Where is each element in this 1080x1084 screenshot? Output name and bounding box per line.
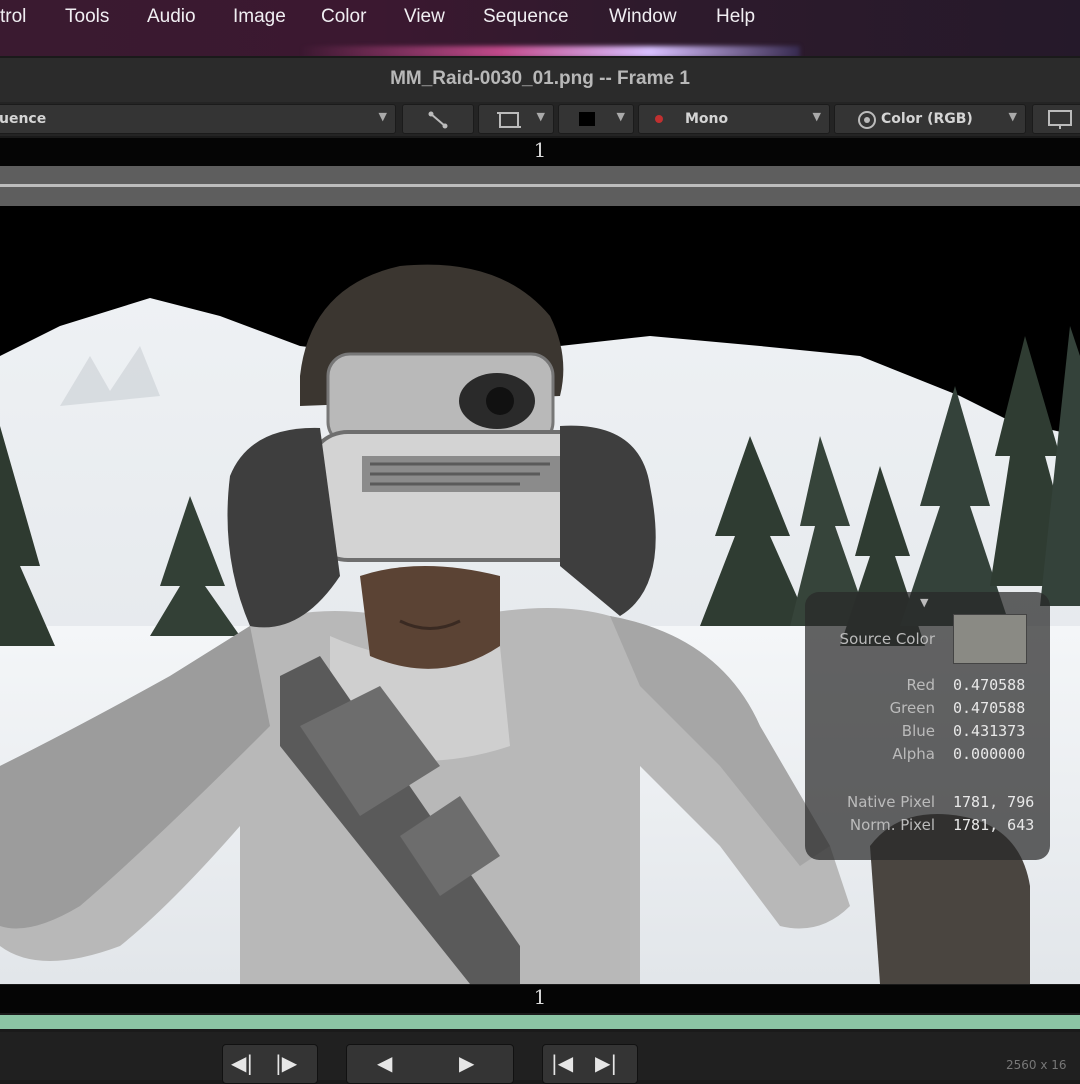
menu-view[interactable]: View: [404, 6, 445, 28]
alpha-label: Alpha: [892, 745, 935, 763]
viewer-toolbar: uence ▼ ▼ ▼ Mono ▼ Color (RGB) ▼: [0, 102, 1080, 136]
wipe-tool-button[interactable]: [402, 104, 474, 134]
image-viewer[interactable]: ▼ Source Color Red 0.470588 Green 0.4705…: [0, 206, 1080, 984]
play-buttons-group: ◀ ▶: [346, 1044, 514, 1084]
norm-pixel-label: Norm. Pixel: [849, 816, 935, 834]
blue-label: Blue: [901, 722, 935, 740]
green-label: Green: [889, 699, 935, 717]
red-label: Red: [906, 676, 936, 694]
green-value: 0.470588: [953, 699, 1026, 717]
resolution-readout: 2560 x 16: [1006, 1058, 1067, 1072]
timeline-range-bar[interactable]: [0, 1015, 1080, 1029]
monitor-icon: [1048, 110, 1072, 129]
menu-tools[interactable]: Tools: [65, 6, 109, 28]
menu-image[interactable]: Image: [233, 6, 286, 28]
window-title: MM_Raid-0030_01.png -- Frame 1: [390, 68, 690, 89]
top-frame-number: 1: [533, 138, 547, 162]
transport-bar: ◀| |▶ ◀ ▶ |◀ ▶|: [0, 1032, 1080, 1084]
jump-to-end-button[interactable]: ▶|: [595, 1051, 617, 1075]
collapse-arrow-icon[interactable]: ▼: [920, 596, 928, 609]
jump-buttons-group: |◀ ▶|: [542, 1044, 638, 1084]
menu-bar: trol Tools Audio Image Color View Sequen…: [0, 0, 1080, 56]
timeline-track-lower[interactable]: [0, 187, 1080, 206]
step-buttons-group: ◀| |▶: [222, 1044, 318, 1084]
menu-window[interactable]: Window: [609, 6, 677, 28]
top-frame-indicator: 1: [0, 138, 1080, 166]
chevron-down-icon: ▼: [616, 110, 625, 123]
play-forward-button[interactable]: ▶: [459, 1051, 474, 1075]
crop-frame-dropdown[interactable]: ▼: [478, 104, 554, 134]
red-value: 0.470588: [953, 676, 1026, 694]
sequence-dropdown-label: uence: [0, 111, 47, 127]
bottom-frame-indicator: 1: [0, 985, 1080, 1013]
chevron-down-icon: ▼: [536, 110, 545, 123]
menu-control[interactable]: trol: [0, 6, 26, 28]
alpha-value: 0.000000: [953, 745, 1026, 763]
sequence-dropdown[interactable]: uence ▼: [0, 104, 396, 134]
display-dropdown[interactable]: [1032, 104, 1080, 134]
bottom-frame-number: 1: [533, 985, 547, 1009]
frame-icon: [497, 112, 521, 128]
blue-value: 0.431373: [953, 722, 1026, 740]
menu-sequence[interactable]: Sequence: [483, 6, 569, 28]
play-backward-button[interactable]: ◀: [377, 1051, 392, 1075]
red-dot-icon: [655, 115, 663, 123]
background-dropdown[interactable]: ▼: [558, 104, 634, 134]
stereo-mode-label: Mono: [685, 111, 729, 127]
step-back-button[interactable]: ◀|: [231, 1051, 253, 1075]
color-channel-label: Color (RGB): [881, 111, 973, 127]
chevron-down-icon: ▼: [812, 110, 821, 123]
native-pixel-label: Native Pixel: [846, 793, 935, 811]
stereo-mode-dropdown[interactable]: Mono ▼: [638, 104, 830, 134]
timeline-track-top[interactable]: [0, 166, 1080, 184]
menu-help[interactable]: Help: [716, 6, 755, 28]
chevron-down-icon: ▼: [1008, 110, 1017, 123]
jump-to-start-button[interactable]: |◀: [551, 1051, 573, 1075]
menu-color[interactable]: Color: [321, 6, 366, 28]
color-channel-dropdown[interactable]: Color (RGB) ▼: [834, 104, 1026, 134]
step-forward-button[interactable]: |▶: [275, 1051, 297, 1075]
window-title-bar: MM_Raid-0030_01.png -- Frame 1: [0, 58, 1080, 103]
black-swatch-icon: [579, 112, 595, 126]
source-color-swatch: [953, 614, 1027, 664]
chevron-down-icon: ▼: [378, 110, 387, 123]
norm-pixel-value: 1781, 643: [953, 816, 1035, 834]
menu-audio[interactable]: Audio: [147, 6, 196, 28]
menu-bar-glow: [300, 46, 800, 56]
color-wheel-icon: [858, 111, 876, 129]
source-color-label: Source Color: [839, 630, 935, 648]
native-pixel-value: 1781, 796: [953, 793, 1035, 811]
wipe-tool-icon: [428, 111, 448, 129]
pixel-inspector[interactable]: ▼ Source Color Red 0.470588 Green 0.4705…: [805, 592, 1050, 860]
